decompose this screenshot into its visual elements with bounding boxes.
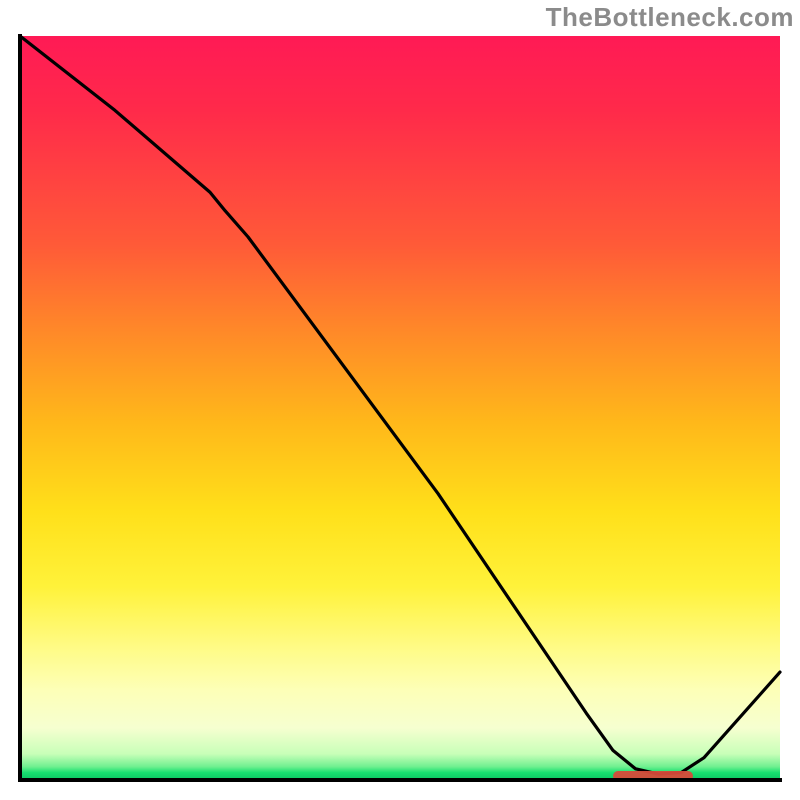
- x-axis-line: [18, 778, 782, 782]
- y-axis-line: [18, 34, 22, 782]
- chart-stage: TheBottleneck.com: [0, 0, 800, 800]
- bottleneck-curve: [20, 36, 780, 780]
- watermark-label: TheBottleneck.com: [546, 2, 794, 33]
- plot-area: [20, 36, 780, 780]
